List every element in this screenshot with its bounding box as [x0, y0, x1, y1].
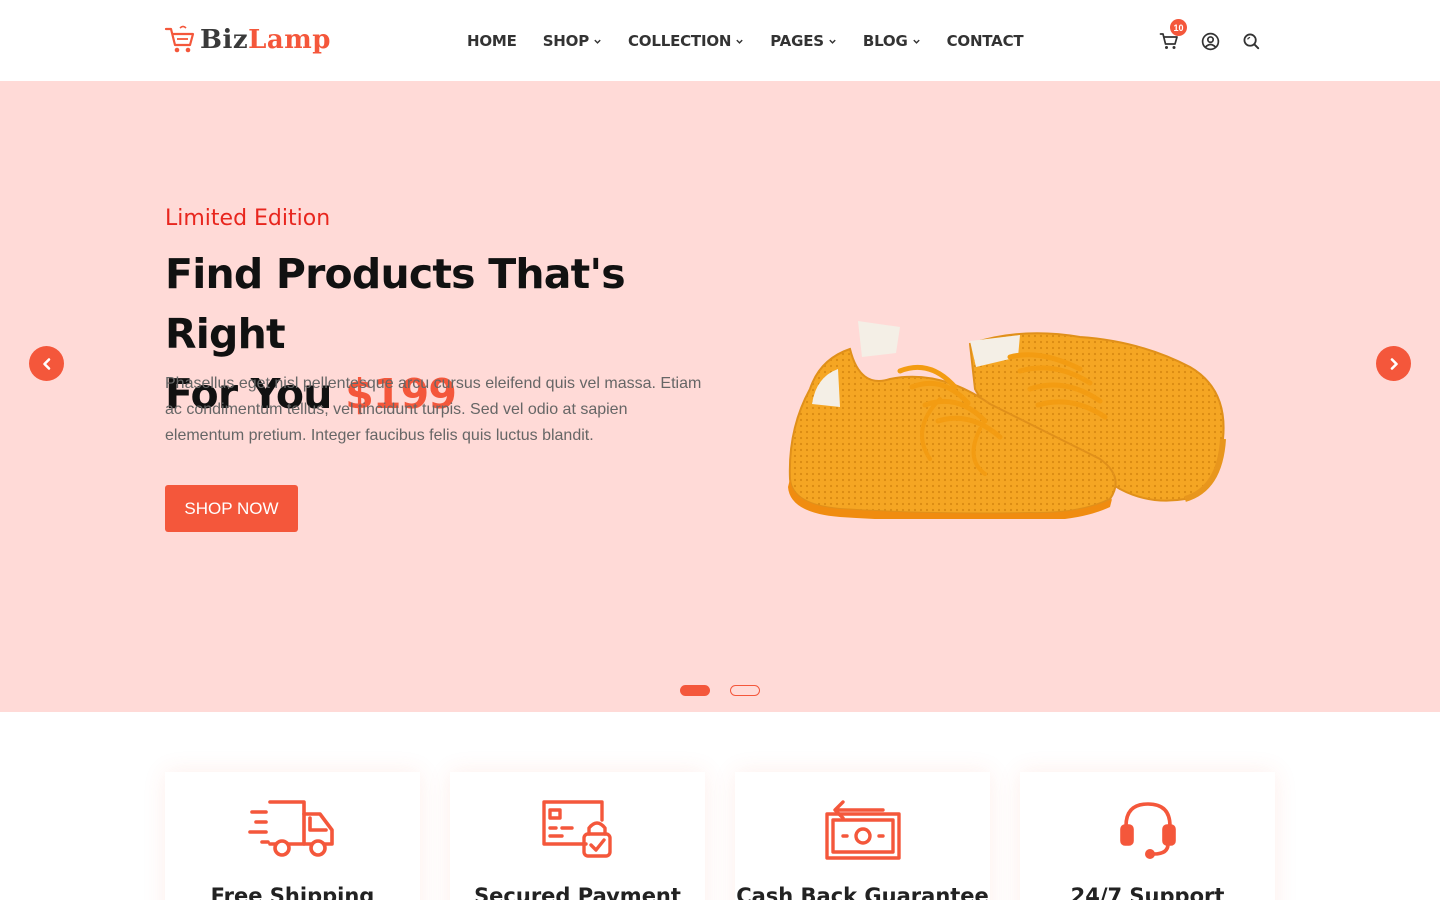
hero-description: Phasellus eget nisl pellentesque arcu cu…: [165, 375, 702, 444]
chevron-right-icon: [1390, 357, 1398, 370]
brand-logo[interactable]: BizLamp: [164, 22, 331, 58]
nav-item-label: CONTACT: [946, 32, 1024, 50]
chevron-down-icon: [736, 39, 743, 44]
feature-title: Secured Payment: [474, 884, 681, 900]
chevron-left-icon: [42, 357, 50, 370]
chevron-down-icon: [912, 39, 920, 44]
hero-title-line1: Find Products That's Right: [165, 250, 626, 358]
cart-logo-icon: [164, 25, 195, 53]
feature-card-shipping: Free Shipping: [165, 772, 420, 900]
header-actions: 10: [1158, 19, 1262, 52]
chevron-down-icon: [594, 39, 601, 44]
cart-count-badge: 10: [1170, 19, 1187, 36]
nav-item-label: PAGES: [770, 32, 824, 50]
user-icon: [1201, 32, 1219, 50]
hero-slider: Limited Edition Find Products That's Rig…: [0, 81, 1440, 712]
hero-eyebrow: Limited Edition: [165, 206, 331, 231]
feature-title: 24/7 Support: [1070, 884, 1225, 900]
site-header: BizLamp HOME SHOP COLLECTION PAGES BLOG …: [0, 0, 1440, 81]
slider-dot-1[interactable]: [680, 685, 710, 696]
brand-name: BizLamp: [200, 25, 331, 55]
account-button[interactable]: [1199, 30, 1221, 52]
feature-card-payment: Secured Payment: [450, 772, 705, 900]
brand-name-part1: Biz: [200, 25, 249, 55]
slider-prev-button[interactable]: [29, 346, 64, 381]
feature-title: Cash Back Guarantee: [736, 884, 989, 900]
brand-name-part2: Lamp: [248, 25, 331, 55]
slider-next-button[interactable]: [1376, 346, 1411, 381]
headset-icon: [1119, 802, 1176, 859]
cash-back-icon: [824, 800, 901, 860]
secure-card-icon: [541, 800, 612, 858]
nav-item-shop[interactable]: SHOP: [543, 32, 602, 50]
nav-item-label: COLLECTION: [628, 32, 732, 50]
chevron-down-icon: [829, 39, 836, 44]
nav-item-label: SHOP: [542, 32, 590, 50]
shop-now-button[interactable]: SHOP NOW: [165, 485, 298, 532]
search-button[interactable]: [1240, 30, 1262, 52]
cart-button[interactable]: 10: [1158, 19, 1187, 52]
slider-dot-2[interactable]: [730, 685, 760, 696]
feature-title: Free Shipping: [210, 884, 375, 900]
slider-pagination: [680, 685, 780, 696]
truck-icon: [247, 800, 334, 857]
nav-item-blog[interactable]: BLOG: [863, 32, 921, 50]
nav-item-label: HOME: [467, 32, 517, 50]
nav-item-label: BLOG: [862, 32, 908, 50]
feature-card-cashback: Cash Back Guarantee: [735, 772, 990, 900]
nav-item-collection[interactable]: COLLECTION: [628, 32, 744, 50]
nav-item-home[interactable]: HOME: [467, 32, 517, 50]
main-nav: HOME SHOP COLLECTION PAGES BLOG CONTACT: [467, 30, 1049, 52]
hero-product-image: [788, 321, 1226, 519]
feature-card-support: 24/7 Support: [1020, 772, 1275, 900]
nav-item-contact[interactable]: CONTACT: [947, 32, 1024, 50]
search-icon: [1243, 33, 1260, 50]
features-row: Free Shipping Secured Payment Cash Back …: [165, 772, 1275, 900]
nav-item-pages[interactable]: PAGES: [770, 32, 837, 50]
